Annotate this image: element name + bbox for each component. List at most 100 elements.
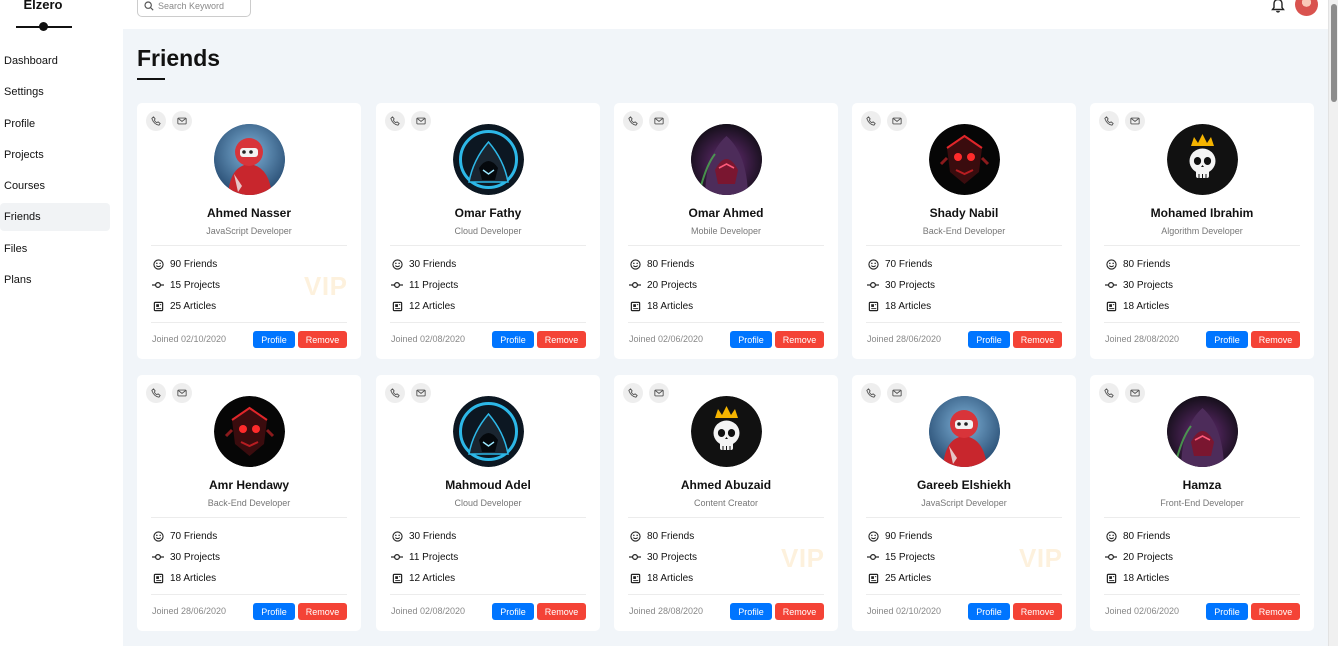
joined-date: Joined 28/06/2020 [152,606,227,616]
newspaper-icon [629,300,641,312]
divider [1104,594,1300,595]
search-box[interactable] [137,0,251,17]
vip-badge: VIP [781,543,825,573]
profile-button[interactable]: Profile [253,603,295,620]
sidebar-item-profile[interactable]: Profile [0,110,110,138]
page-scrollbar[interactable] [1328,0,1338,646]
remove-button[interactable]: Remove [1013,603,1062,620]
page-title: Friends [137,45,221,71]
profile-button[interactable]: Profile [1206,603,1248,620]
sidebar-item-settings[interactable]: Settings [0,78,110,106]
mail-icon[interactable] [887,383,907,403]
joined-date: Joined 02/08/2020 [391,606,466,616]
phone-icon[interactable] [1099,111,1119,131]
friends-count: 80 Friends [1105,257,1170,271]
profile-button[interactable]: Profile [730,331,772,348]
mail-icon[interactable] [649,383,669,403]
divider [1104,517,1300,518]
commit-icon [867,279,879,291]
phone-icon[interactable] [861,383,881,403]
remove-button[interactable]: Remove [1251,331,1300,348]
phone-icon[interactable] [146,111,166,131]
projects-count: 30 Projects [1105,278,1173,292]
phone-icon[interactable] [623,111,643,131]
mail-icon[interactable] [172,383,192,403]
phone-icon[interactable] [146,383,166,403]
smile-icon [867,530,879,542]
remove-button[interactable]: Remove [775,603,824,620]
phone-icon[interactable] [385,111,405,131]
joined-date: Joined 02/06/2020 [629,334,704,344]
profile-button[interactable]: Profile [492,331,534,348]
projects-count: 30 Projects [152,550,220,564]
profile-button[interactable]: Profile [968,603,1010,620]
top-header [123,0,1328,29]
phone-icon[interactable] [623,383,643,403]
search-input[interactable] [158,0,248,11]
remove-button[interactable]: Remove [537,331,586,348]
sidebar-item-dashboard[interactable]: Dashboard [0,47,110,75]
scrollbar-thumb[interactable] [1331,4,1337,102]
vip-badge: VIP [1019,543,1063,573]
joined-date: Joined 02/06/2020 [1105,606,1180,616]
profile-button[interactable]: Profile [730,603,772,620]
articles-count-text: 18 Articles [647,572,694,584]
brand-logo[interactable]: Elzero [0,0,86,12]
phone-icon[interactable] [861,111,881,131]
friend-avatar [929,396,1000,467]
friends-count-text: 30 Friends [409,530,457,542]
joined-date: Joined 02/10/2020 [867,606,942,616]
commit-icon [1105,279,1117,291]
sidebar-item-courses[interactable]: Courses [0,172,110,200]
friend-card: Mohamed Ibrahim Algorithm Developer 80 Fri… [1090,103,1314,359]
friend-name: Ahmed Nasser [206,206,292,220]
newspaper-icon [152,572,164,584]
sidebar-item-plans[interactable]: Plans [0,266,110,294]
user-avatar[interactable] [1295,0,1318,16]
smile-icon [152,258,164,270]
remove-button[interactable]: Remove [1251,603,1300,620]
mail-icon[interactable] [411,111,431,131]
phone-icon[interactable] [385,383,405,403]
remove-button[interactable]: Remove [775,331,824,348]
phone-icon[interactable] [1099,383,1119,403]
mail-icon[interactable] [887,111,907,131]
commit-icon [391,551,403,563]
profile-button[interactable]: Profile [253,331,295,348]
profile-button[interactable]: Profile [1206,331,1248,348]
mail-icon[interactable] [649,111,669,131]
articles-count: 25 Articles [152,299,216,313]
projects-count: 30 Projects [629,550,697,564]
projects-count: 11 Projects [391,278,458,292]
articles-count-text: 18 Articles [1123,572,1170,584]
mail-icon[interactable] [1125,111,1145,131]
projects-count-text: 20 Projects [1123,551,1174,563]
remove-button[interactable]: Remove [298,331,347,348]
smile-icon [391,530,403,542]
newspaper-icon [629,572,641,584]
newspaper-icon [391,300,403,312]
profile-button[interactable]: Profile [968,331,1010,348]
articles-count: 18 Articles [867,299,931,313]
friends-count: 90 Friends [152,257,217,271]
articles-count: 12 Articles [391,571,455,585]
sidebar-item-friends[interactable]: Friends [0,203,110,232]
friend-card: Gareeb Elshiekh JavaScript Developer 90 Fr… [852,375,1076,631]
notification-bell-icon[interactable] [1271,0,1285,19]
divider [866,322,1062,323]
divider [866,245,1062,246]
remove-button[interactable]: Remove [537,603,586,620]
mail-icon[interactable] [1125,383,1145,403]
divider [628,245,824,246]
sidebar-item-files[interactable]: Files [0,235,110,263]
mail-icon[interactable] [411,383,431,403]
sidebar-item-projects[interactable]: Projects [0,141,110,169]
newspaper-icon [1105,300,1117,312]
friend-card: Mahmoud Adel Cloud Developer 30 Friends 11 … [376,375,600,631]
remove-button[interactable]: Remove [1013,331,1062,348]
projects-count-text: 30 Projects [885,279,936,291]
profile-button[interactable]: Profile [492,603,534,620]
mail-icon[interactable] [172,111,192,131]
remove-button[interactable]: Remove [298,603,347,620]
smile-icon [629,258,641,270]
